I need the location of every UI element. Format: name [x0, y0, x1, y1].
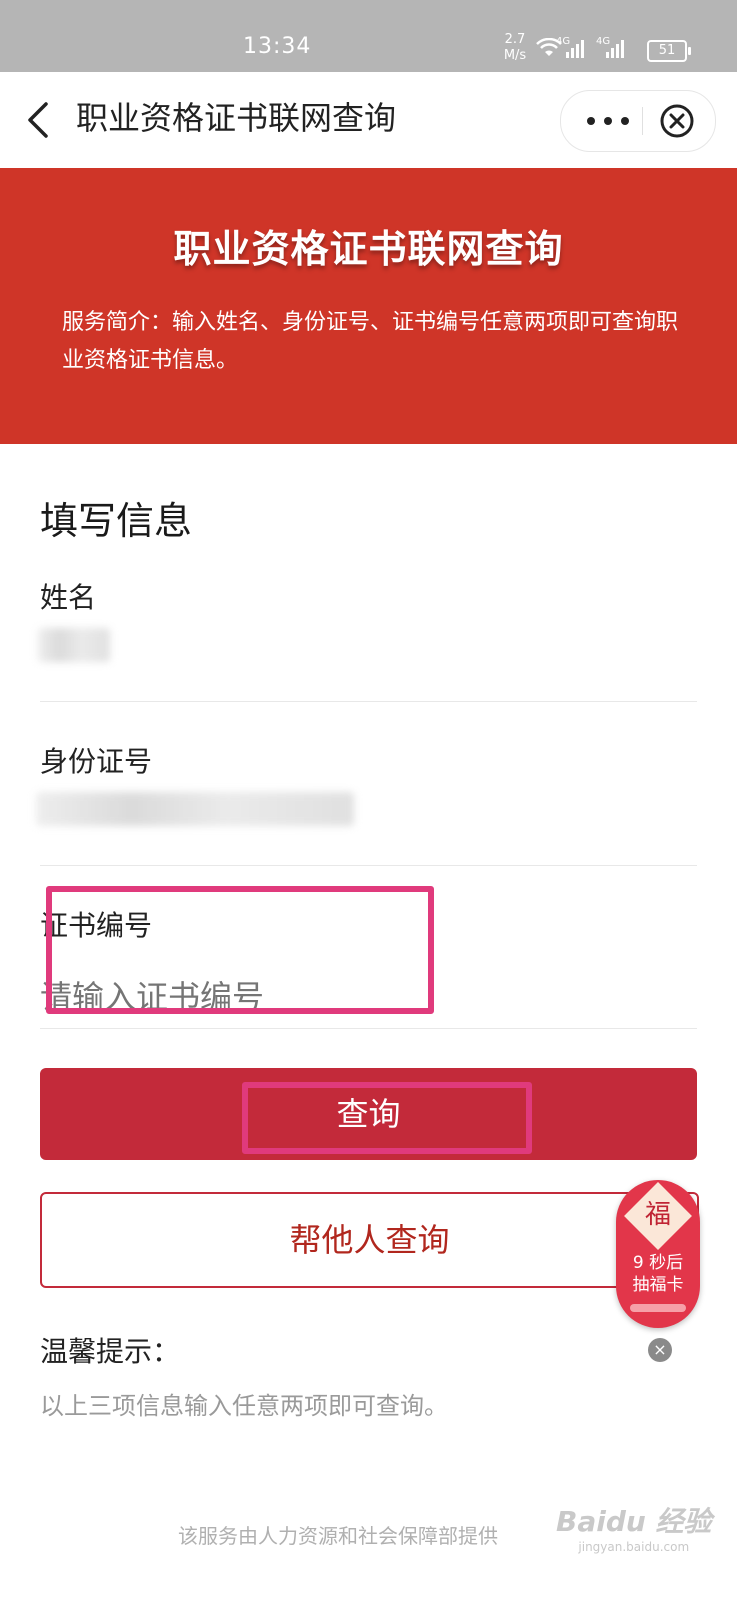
divider	[40, 1028, 697, 1029]
promo-countdown: 9 秒后	[632, 1253, 684, 1273]
banner-description: 服务简介：输入姓名、身份证号、证书编号任意两项即可查询职业资格证书信息。	[62, 310, 679, 373]
divider	[40, 865, 697, 866]
lucky-card-promo[interactable]: 福 9 秒后 抽福卡	[616, 1180, 700, 1328]
signal-icon-2	[606, 40, 624, 58]
promo-close-icon[interactable]: ×	[648, 1338, 672, 1362]
fu-char: 福	[644, 1200, 671, 1230]
tip-title: 温馨提示：	[40, 1335, 181, 1368]
id-number-field[interactable]	[36, 792, 354, 826]
divider	[40, 701, 697, 702]
battery-icon: 51	[647, 40, 691, 62]
highlight-box-query	[242, 1082, 532, 1154]
signal-icon	[566, 40, 584, 58]
highlight-box-cert	[46, 886, 434, 1014]
page-title: 职业资格证书联网查询	[76, 99, 397, 137]
capsule-divider	[642, 107, 643, 135]
help-others-query-button[interactable]: 帮他人查询	[40, 1192, 699, 1288]
more-icon[interactable]	[583, 107, 633, 135]
promo-progress-bar	[630, 1304, 686, 1312]
id-number-label: 身份证号	[40, 745, 153, 778]
name-field[interactable]	[38, 628, 110, 662]
service-banner: 职业资格证书联网查询 服务简介：输入姓名、身份证号、证书编号任意两项即可查询职业…	[0, 168, 737, 444]
nav-bar: 职业资格证书联网查询	[0, 72, 737, 168]
tip-text: 以上三项信息输入任意两项即可查询。	[40, 1392, 448, 1420]
watermark-url: jingyan.baidu.com	[578, 1540, 690, 1554]
promo-action: 抽福卡	[632, 1275, 684, 1295]
promo-text: 9 秒后 抽福卡	[616, 1252, 700, 1296]
watermark-brand: Baidu 经验	[556, 1505, 712, 1538]
footer-provider-text: 该服务由人力资源和社会保障部提供	[178, 1524, 498, 1548]
form-section-title: 填写信息	[40, 499, 193, 543]
back-arrow-icon[interactable]	[22, 96, 62, 144]
close-icon[interactable]	[659, 103, 695, 139]
banner-title: 职业资格证书联网查询	[173, 227, 564, 271]
network-speed: 2.7 M/s	[503, 32, 527, 63]
baidu-watermark: Baidu 经验 jingyan.baidu.com	[556, 1500, 712, 1554]
status-time: 13:34	[243, 34, 312, 59]
status-bar: 13:34 2.7 M/s 4G 4G 51	[0, 0, 737, 72]
name-label: 姓名	[40, 581, 97, 614]
miniprogram-capsule	[560, 90, 716, 152]
